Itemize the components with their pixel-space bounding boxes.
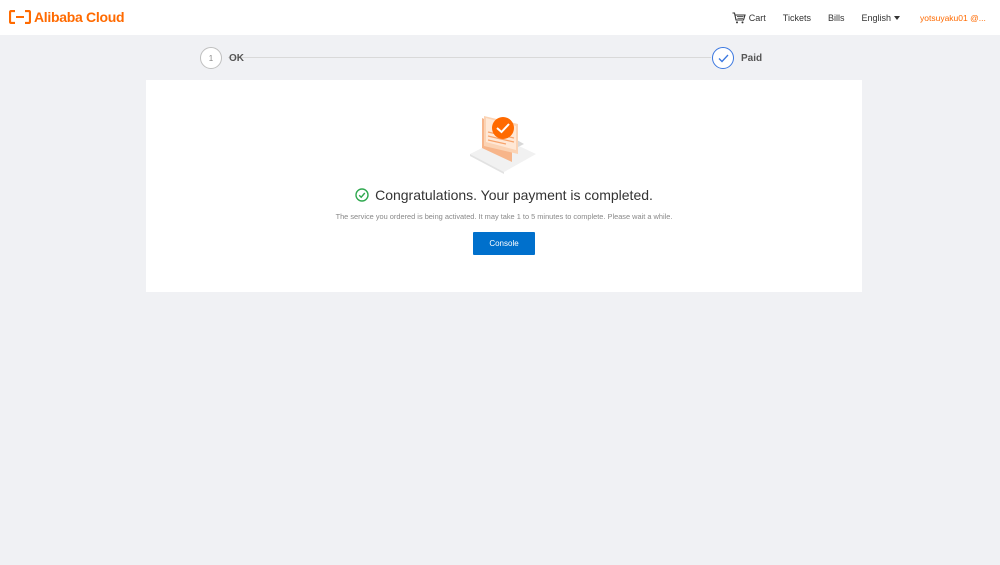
top-navigation-bar: Alibaba Cloud Cart Tickets Bills English… [0,0,1000,35]
step-2-indicator [712,47,734,69]
payment-result-card: Congratulations. Your payment is complet… [146,80,862,292]
success-title: Congratulations. Your payment is complet… [375,187,653,203]
step-check-icon [718,54,728,62]
alibaba-cloud-logo[interactable]: Alibaba Cloud [9,8,125,26]
console-button[interactable]: Console [473,232,535,255]
progress-steps: 1 OK Paid [200,46,765,70]
user-account-menu[interactable]: yotsuyaku01 @... [920,13,998,23]
cart-label: Cart [748,12,766,23]
step-2-label: Paid [741,53,763,64]
header-nav: Cart Tickets Bills English yotsuyaku01 @… [715,0,1000,35]
language-label: English [861,12,891,23]
alibaba-cloud-logo-icon [9,10,31,24]
step-connector-line [228,57,711,58]
success-message-row: Congratulations. Your payment is complet… [146,187,862,203]
step-1-number: 1 [208,53,214,63]
logo-text: Alibaba Cloud [34,9,125,25]
step-1-label: OK [229,53,244,64]
caret-down-icon [894,16,900,20]
activation-message: The service you ordered is being activat… [335,212,673,221]
payment-success-illustration [470,116,536,174]
bills-link[interactable]: Bills [828,13,845,23]
cart-link[interactable]: Cart [732,11,766,24]
tickets-label: Tickets [782,12,811,23]
tickets-link[interactable]: Tickets [783,13,811,23]
language-dropdown[interactable]: English [861,13,900,23]
success-check-icon [355,188,369,202]
bills-label: Bills [827,12,845,23]
cart-icon [732,11,746,23]
step-1-indicator: 1 [200,47,222,69]
